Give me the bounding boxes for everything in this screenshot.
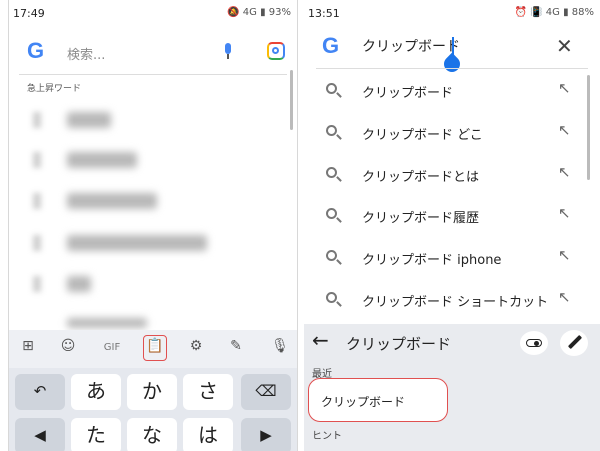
trend-icon [33, 276, 41, 292]
suggestion-item[interactable]: クリップボード ↖ [304, 73, 594, 109]
scrollbar[interactable] [290, 70, 293, 130]
search-icon [326, 83, 337, 94]
gif-button[interactable]: GIF [99, 342, 125, 353]
left-screenshot: 17:49 🔕 4G ▮ 93% G 検索... 急上昇ワード ⊞ ☺ GIF … [8, 0, 298, 451]
suggestion-text: クリップボードとは [362, 170, 480, 185]
suggestion-text: クリップボード履歴 [362, 211, 480, 226]
key[interactable]: な [127, 418, 177, 451]
clipboard-title: クリップボード [346, 335, 452, 353]
arrow-up-left-icon[interactable]: ↖ [558, 288, 571, 306]
arrow-up-left-icon[interactable]: ↖ [558, 79, 571, 97]
suggestion-item[interactable]: クリップボード ショートカット ↖ [304, 282, 594, 318]
key[interactable]: か [127, 374, 177, 410]
list-item[interactable] [67, 152, 137, 168]
suggestion-text: クリップボード どこ [362, 128, 483, 143]
suggestion-item[interactable]: クリップボードとは ↖ [304, 157, 594, 193]
clipboard-item[interactable]: クリップボード [308, 378, 448, 422]
suggestion-item[interactable]: クリップボード履歴 ↖ [304, 198, 594, 234]
divider [19, 74, 287, 75]
arrow-up-left-icon[interactable]: ↖ [558, 204, 571, 222]
arrow-up-left-icon[interactable]: ↖ [558, 121, 571, 139]
hint-label: ヒント [312, 431, 342, 442]
list-item[interactable] [67, 235, 207, 251]
lens-icon[interactable] [267, 42, 285, 60]
trend-icon [33, 152, 41, 168]
trend-icon [33, 193, 41, 209]
trend-icon [33, 112, 41, 128]
list-item[interactable] [67, 193, 157, 209]
back-arrow-icon[interactable]: ← [312, 328, 329, 352]
divider [316, 68, 588, 69]
list-item[interactable] [67, 112, 111, 128]
backspace-key[interactable]: ⌫ [241, 374, 291, 410]
handwriting-icon[interactable]: ✎ [225, 338, 247, 354]
arrow-up-left-icon[interactable]: ↖ [558, 163, 571, 181]
cursor-handle[interactable] [440, 52, 464, 76]
search-input[interactable]: クリップボード [362, 36, 460, 56]
search-icon [326, 292, 337, 303]
close-icon[interactable]: ✕ [556, 34, 573, 58]
mic-icon[interactable]: 🎙 [269, 338, 291, 354]
trending-header: 急上昇ワード [27, 84, 82, 94]
key[interactable]: は [183, 418, 233, 451]
right-arrow-key[interactable]: ▶ [241, 418, 291, 451]
list-item[interactable] [67, 318, 147, 328]
suggestion-item[interactable]: クリップボード iphone ↖ [304, 240, 594, 276]
key[interactable]: た [71, 418, 121, 451]
mic-icon[interactable] [223, 43, 233, 61]
right-screenshot: 13:51 ⏰ 📳 4G ▮ 88% G クリップボード ✕ クリップボード ↖… [304, 0, 600, 451]
google-logo-icon: G [27, 38, 45, 63]
status-icons: ⏰ 📳 4G ▮ 88% [514, 7, 594, 18]
trend-icon [33, 235, 41, 251]
search-input[interactable]: 検索... [67, 44, 105, 63]
google-logo-icon: G [322, 33, 340, 58]
clipboard-toggle-icon[interactable] [520, 331, 548, 355]
status-bar: 13:51 ⏰ 📳 4G ▮ 88% [304, 0, 600, 26]
list-item[interactable] [67, 276, 91, 292]
clipboard-icon[interactable]: 📋 [144, 338, 166, 354]
apps-grid-icon[interactable]: ⊞ [17, 338, 39, 354]
status-time: 13:51 [308, 7, 340, 20]
clipboard-item-text: クリップボード [321, 395, 406, 409]
sticker-icon[interactable]: ☺ [57, 338, 79, 354]
key[interactable]: さ [183, 374, 233, 410]
search-icon [326, 250, 337, 261]
suggestion-item[interactable]: クリップボード どこ ↖ [304, 115, 594, 151]
left-arrow-key[interactable]: ◀ [15, 418, 65, 451]
suggestion-text: クリップボード ショートカット [362, 295, 549, 310]
edit-pencil-icon[interactable] [560, 330, 588, 356]
status-icons: 🔕 4G ▮ 93% [227, 7, 291, 18]
gear-icon[interactable]: ⚙ [185, 338, 207, 354]
search-icon [326, 125, 337, 136]
suggestion-text: クリップボード iphone [362, 253, 502, 268]
status-bar: 17:49 🔕 4G ▮ 93% [9, 0, 297, 26]
search-icon [326, 208, 337, 219]
arrow-up-left-icon[interactable]: ↖ [558, 246, 571, 264]
undo-key[interactable]: ↶ [15, 374, 65, 410]
suggestion-text: クリップボード [362, 86, 454, 101]
status-time: 17:49 [13, 7, 45, 20]
search-icon [326, 167, 337, 178]
scrollbar[interactable] [587, 75, 590, 180]
key[interactable]: あ [71, 374, 121, 410]
